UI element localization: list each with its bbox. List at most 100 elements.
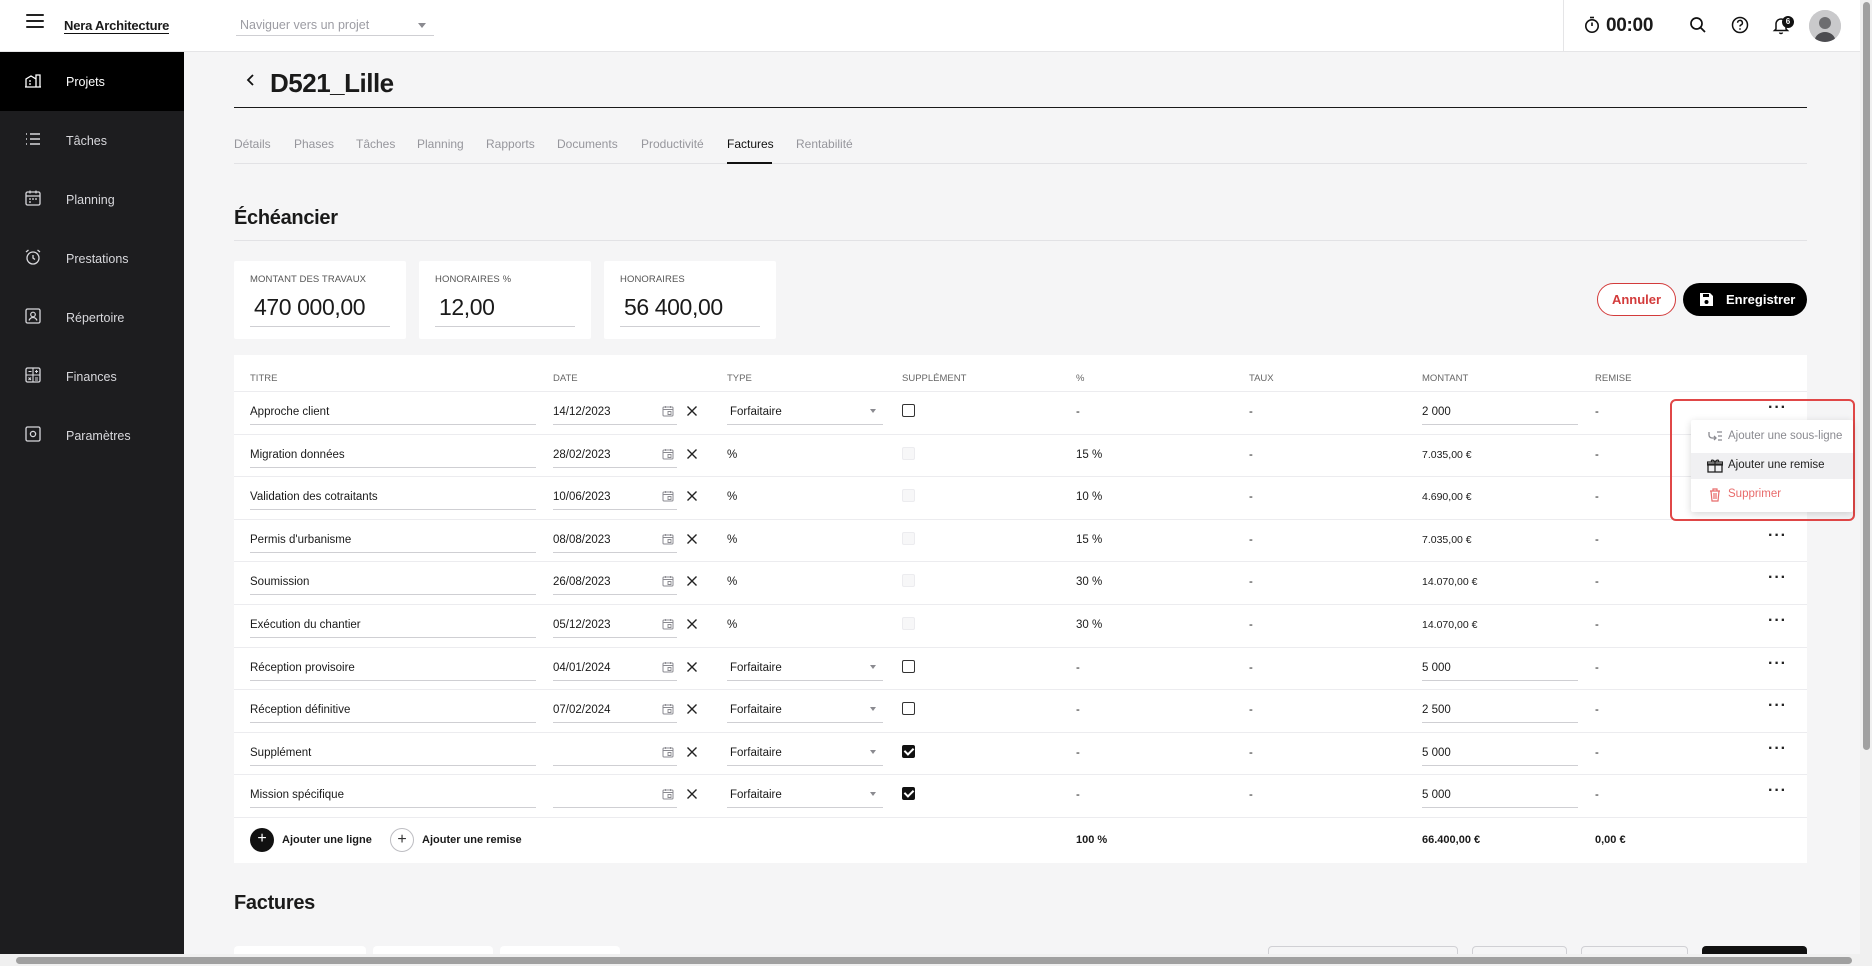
timer-widget[interactable]: 00:00 [1563, 0, 1663, 52]
clear-date-icon[interactable] [686, 702, 698, 720]
calendar-icon[interactable] [662, 532, 674, 550]
type-select[interactable]: Forfaitaire [730, 406, 782, 418]
tab-phases[interactable]: Phases [294, 137, 334, 151]
calendar-icon[interactable] [662, 447, 674, 465]
clear-date-icon[interactable] [686, 574, 698, 592]
tab-rapports[interactable]: Rapports [486, 137, 535, 151]
titre-input[interactable]: Migration données [250, 449, 345, 461]
horizontal-scrollbar[interactable] [0, 954, 1860, 966]
honoraires-pct-input[interactable]: 12,00 [439, 294, 495, 321]
more-actions-icon[interactable]: ··· [1768, 527, 1787, 543]
titre-input[interactable]: Exécution du chantier [250, 619, 361, 631]
type-select[interactable]: Forfaitaire [730, 789, 782, 801]
brand-link[interactable]: Nera Architecture [64, 19, 169, 34]
montant-travaux-input[interactable]: 470 000,00 [254, 294, 366, 321]
montant-value[interactable]: 5 000 [1422, 789, 1451, 801]
add-line-button[interactable]: + [250, 828, 274, 852]
add-line-label[interactable]: Ajouter une ligne [282, 834, 372, 846]
calendar-icon[interactable] [662, 787, 674, 805]
montant-value[interactable]: 2 000 [1422, 406, 1451, 418]
add-discount-button[interactable]: + [390, 828, 414, 852]
save-button[interactable]: Enregistrer [1683, 283, 1807, 316]
tab-taches[interactable]: Tâches [356, 137, 395, 151]
sidebar-item-taches[interactable]: Tâches [0, 111, 184, 170]
calendar-icon[interactable] [662, 574, 674, 592]
back-arrow-icon[interactable] [244, 72, 258, 88]
date-input[interactable]: 08/08/2023 [553, 534, 611, 546]
calendar-icon[interactable] [662, 617, 674, 635]
titre-input[interactable]: Approche client [250, 406, 329, 418]
date-input[interactable]: 05/12/2023 [553, 619, 611, 631]
tab-factures[interactable]: Factures [727, 137, 774, 151]
search-icon[interactable] [1688, 15, 1708, 35]
calendar-icon[interactable] [662, 660, 674, 678]
clear-date-icon[interactable] [686, 489, 698, 507]
titre-input[interactable]: Soumission [250, 576, 309, 588]
tab-details[interactable]: Détails [234, 137, 271, 151]
clear-date-icon[interactable] [686, 745, 698, 763]
type-select[interactable]: Forfaitaire [730, 662, 782, 674]
titre-input[interactable]: Permis d'urbanisme [250, 534, 351, 546]
sidebar-item-repertoire[interactable]: Répertoire [0, 288, 184, 347]
help-icon[interactable] [1730, 15, 1750, 35]
calendar-icon[interactable] [662, 404, 674, 422]
more-actions-icon[interactable]: ··· [1768, 698, 1787, 714]
honoraires-input[interactable]: 56 400,00 [624, 294, 723, 321]
menu-item-delete[interactable]: Supprimer [1691, 482, 1853, 508]
sidebar-item-finances[interactable]: Finances [0, 347, 184, 406]
titre-input[interactable]: Mission spécifique [250, 789, 344, 801]
vertical-scrollbar[interactable] [1860, 0, 1872, 966]
sidebar-item-planning[interactable]: Planning [0, 170, 184, 229]
tab-documents[interactable]: Documents [557, 137, 618, 151]
scrollbar-thumb[interactable] [1863, 2, 1870, 750]
supplement-checkbox[interactable] [902, 404, 915, 417]
more-actions-icon[interactable]: ··· [1768, 740, 1787, 756]
date-input[interactable]: 04/01/2024 [553, 662, 611, 674]
date-input[interactable]: 26/08/2023 [553, 576, 611, 588]
avatar[interactable] [1809, 10, 1841, 42]
calendar-icon[interactable] [662, 745, 674, 763]
clear-date-icon[interactable] [686, 404, 698, 422]
scrollbar-thumb[interactable] [16, 957, 1852, 964]
more-actions-icon[interactable]: ··· [1768, 570, 1787, 586]
date-input[interactable]: 14/12/2023 [553, 406, 611, 418]
more-actions-icon[interactable]: ··· [1768, 655, 1787, 671]
supplement-checkbox[interactable] [902, 744, 915, 758]
titre-input[interactable]: Supplément [250, 747, 311, 759]
montant-value[interactable]: 5 000 [1422, 747, 1451, 759]
date-input[interactable]: 28/02/2023 [553, 449, 611, 461]
clear-date-icon[interactable] [686, 617, 698, 635]
calendar-icon[interactable] [662, 489, 674, 507]
sidebar-item-projets[interactable]: Projets [0, 52, 184, 111]
date-input[interactable]: 07/02/2024 [553, 704, 611, 716]
menu-item-add-discount[interactable]: Ajouter une remise [1691, 453, 1853, 479]
sidebar-item-parametres[interactable]: Paramètres [0, 406, 184, 465]
tab-rentabilite[interactable]: Rentabilité [796, 137, 853, 151]
add-discount-label[interactable]: Ajouter une remise [422, 834, 522, 846]
more-actions-icon[interactable]: ··· [1768, 783, 1787, 799]
tab-productivite[interactable]: Productivité [641, 137, 704, 151]
clear-date-icon[interactable] [686, 660, 698, 678]
clear-date-icon[interactable] [686, 787, 698, 805]
date-input[interactable]: 10/06/2023 [553, 491, 611, 503]
montant-value[interactable]: 2 500 [1422, 704, 1451, 716]
titre-input[interactable]: Réception définitive [250, 704, 350, 716]
menu-item-add-subline[interactable]: Ajouter une sous-ligne [1691, 424, 1853, 450]
calendar-icon[interactable] [662, 702, 674, 720]
supplement-checkbox[interactable] [902, 659, 915, 673]
montant-value[interactable]: 5 000 [1422, 662, 1451, 674]
sidebar-item-prestations[interactable]: Prestations [0, 229, 184, 288]
tab-planning[interactable]: Planning [417, 137, 464, 151]
supplement-checkbox[interactable] [902, 702, 915, 716]
type-select[interactable]: Forfaitaire [730, 704, 782, 716]
clear-date-icon[interactable] [686, 447, 698, 465]
titre-input[interactable]: Validation des cotraitants [250, 491, 378, 503]
clear-date-icon[interactable] [686, 532, 698, 550]
more-actions-icon[interactable]: ··· [1768, 613, 1787, 629]
menu-icon[interactable] [26, 14, 44, 28]
cancel-button[interactable]: Annuler [1597, 283, 1676, 316]
project-navigator-select[interactable]: Naviguer vers un projet [236, 14, 434, 36]
type-select[interactable]: Forfaitaire [730, 747, 782, 759]
supplement-checkbox[interactable] [902, 787, 915, 801]
titre-input[interactable]: Réception provisoire [250, 662, 355, 674]
